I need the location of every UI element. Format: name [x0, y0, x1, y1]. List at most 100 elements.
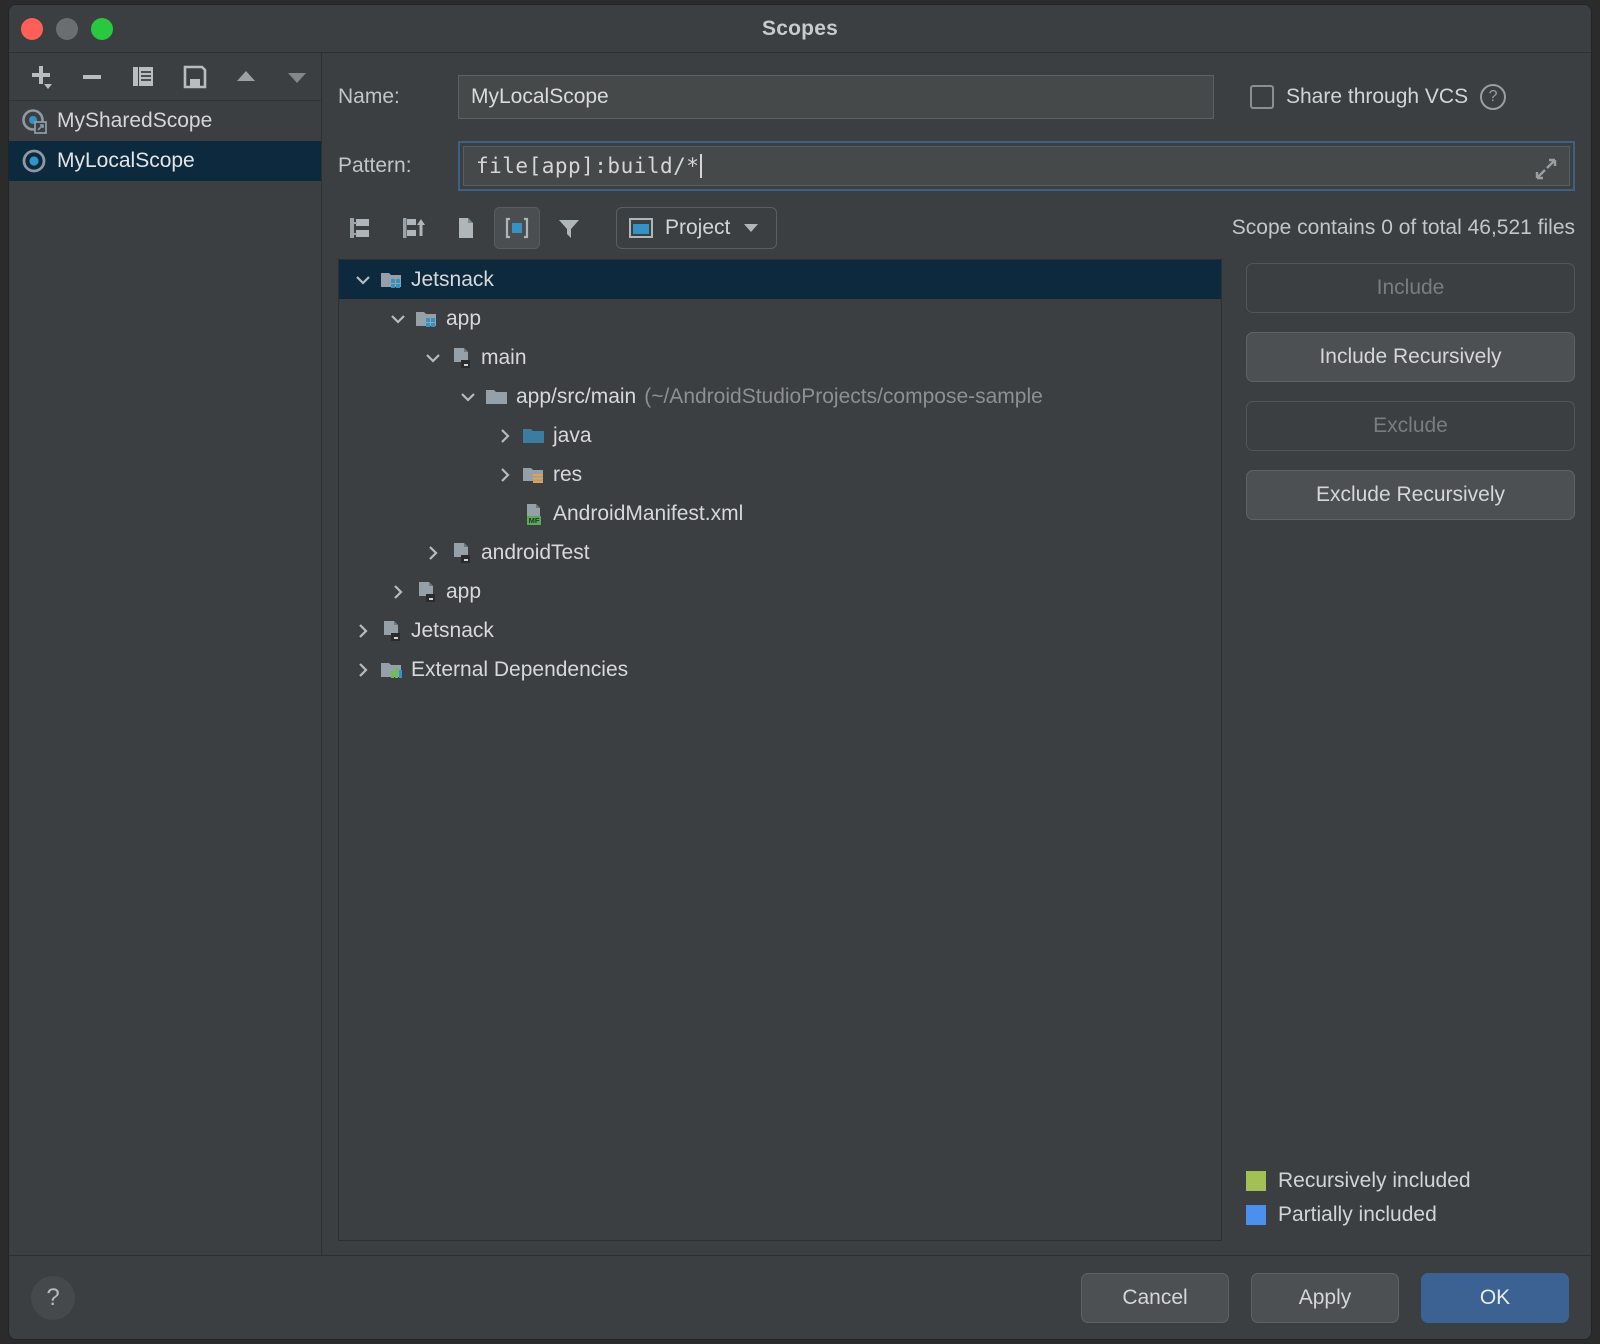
window-titlebar: Scopes: [9, 5, 1591, 53]
scope-contains-status: Scope contains 0 of total 46,521 files: [1232, 216, 1575, 240]
include-recursively-button[interactable]: Include Recursively: [1246, 332, 1575, 382]
tree-row[interactable]: res: [339, 455, 1221, 494]
expand-arrows-icon[interactable]: [1533, 156, 1559, 182]
tree-row[interactable]: app/src/main (~/AndroidStudioProjects/co…: [339, 377, 1221, 416]
name-row: Name: Share through VCS ?: [338, 75, 1575, 119]
scopes-dialog-window: Scopes: [8, 4, 1592, 1340]
scope-name-input[interactable]: [458, 75, 1214, 119]
legend-label: Partially included: [1278, 1203, 1437, 1227]
shared-scope-icon: [19, 106, 49, 136]
legend-item-recursively-included: Recursively included: [1246, 1169, 1575, 1193]
scope-list-item-label: MyLocalScope: [57, 150, 195, 173]
expand-arrow-right-icon[interactable]: [419, 542, 447, 564]
share-vcs-label: Share through VCS: [1286, 85, 1468, 109]
move-up-button[interactable]: [222, 57, 269, 97]
exclude-recursively-button[interactable]: Exclude Recursively: [1246, 470, 1575, 520]
tree-row-label: Jetsnack: [407, 268, 494, 292]
expand-arrow-down-icon[interactable]: [419, 347, 447, 369]
flatten-packages-button[interactable]: [442, 207, 488, 249]
share-vcs-checkbox[interactable]: [1250, 85, 1274, 109]
tree-and-actions: Jetsnack: [338, 259, 1575, 1255]
share-vcs-group: Share through VCS ?: [1250, 84, 1506, 110]
scopes-toolbar: [9, 53, 321, 101]
scopes-list[interactable]: MySharedScope MyLocalScope: [9, 101, 321, 1255]
source-module-icon: [377, 618, 407, 644]
scope-type-picker[interactable]: Project: [616, 207, 777, 249]
expand-arrow-down-icon[interactable]: [349, 269, 377, 291]
add-scope-button[interactable]: [17, 57, 64, 97]
tree-row-label: app: [442, 307, 481, 331]
filter-button[interactable]: [546, 207, 592, 249]
tree-row[interactable]: app: [339, 572, 1221, 611]
expand-all-icon: [346, 213, 376, 243]
help-button[interactable]: ?: [31, 1276, 75, 1320]
scope-action-buttons: Include Include Recursively Exclude Excl…: [1222, 259, 1575, 1241]
source-module-icon: [447, 345, 477, 371]
java-source-folder-icon: [519, 423, 549, 449]
scope-editor-panel: Name: Share through VCS ? Pattern: file[…: [322, 53, 1591, 1255]
scope-type-picker-label: Project: [665, 216, 730, 240]
tree-row[interactable]: main: [339, 338, 1221, 377]
tree-row[interactable]: Jetsnack: [339, 611, 1221, 650]
name-label: Name:: [338, 85, 458, 109]
tree-row-label: External Dependencies: [407, 658, 628, 682]
pattern-row: Pattern: file[app]:build/*: [338, 141, 1575, 191]
collapse-all-button[interactable]: [390, 207, 436, 249]
text-caret: [700, 154, 702, 178]
manifest-file-icon: MF: [519, 501, 549, 527]
pattern-label: Pattern:: [338, 154, 458, 178]
expand-arrow-right-icon[interactable]: [491, 464, 519, 486]
dialog-footer: ? Cancel Apply OK: [9, 1255, 1591, 1339]
scopes-left-panel: MySharedScope MyLocalScope: [9, 53, 322, 1255]
move-down-button[interactable]: [274, 57, 321, 97]
show-included-only-button[interactable]: [494, 207, 540, 249]
expand-arrow-right-icon[interactable]: [384, 581, 412, 603]
tree-row[interactable]: MF AndroidManifest.xml: [339, 494, 1221, 533]
cancel-button[interactable]: Cancel: [1081, 1273, 1229, 1323]
tree-row-label: AndroidManifest.xml: [549, 502, 743, 526]
apply-button[interactable]: Apply: [1251, 1273, 1399, 1323]
tree-row[interactable]: java: [339, 416, 1221, 455]
ok-button[interactable]: OK: [1421, 1273, 1569, 1323]
tree-row-label: res: [549, 463, 582, 487]
tree-row-label: java: [549, 424, 592, 448]
expand-arrow-right-icon[interactable]: [349, 620, 377, 642]
source-module-icon: [412, 579, 442, 605]
tree-row-label: main: [477, 346, 527, 370]
share-vcs-help-icon[interactable]: ?: [1480, 84, 1506, 110]
tree-row[interactable]: Jetsnack: [339, 260, 1221, 299]
remove-scope-button[interactable]: [68, 57, 115, 97]
project-tree[interactable]: Jetsnack: [338, 259, 1222, 1241]
pattern-input[interactable]: file[app]:build/*: [463, 146, 1570, 186]
scope-list-item-local[interactable]: MyLocalScope: [9, 141, 321, 181]
project-view-icon: [627, 214, 655, 242]
expand-arrow-right-icon[interactable]: [491, 425, 519, 447]
local-scope-icon: [19, 146, 49, 176]
copy-scope-button[interactable]: [120, 57, 167, 97]
expand-arrow-down-icon[interactable]: [384, 308, 412, 330]
save-scope-button[interactable]: [171, 57, 218, 97]
external-dependencies-icon: [377, 657, 407, 683]
tree-row[interactable]: app: [339, 299, 1221, 338]
pattern-value: file[app]:build/*: [476, 154, 699, 178]
legend-item-partially-included: Partially included: [1246, 1203, 1575, 1227]
exclude-button[interactable]: Exclude: [1246, 401, 1575, 451]
expand-arrow-down-icon[interactable]: [454, 386, 482, 408]
legend-swatch-blue: [1246, 1205, 1266, 1225]
window-title: Scopes: [9, 17, 1591, 41]
pattern-field-wrapper[interactable]: file[app]:build/*: [458, 141, 1575, 191]
tree-row[interactable]: External Dependencies: [339, 650, 1221, 689]
tree-toolbar: Project Scope contains 0 of total 46,521…: [338, 205, 1575, 251]
scope-list-item-shared[interactable]: MySharedScope: [9, 101, 321, 141]
flatten-packages-icon: [450, 213, 480, 243]
footer-actions: Cancel Apply OK: [1081, 1273, 1569, 1323]
tree-row-path: (~/AndroidStudioProjects/compose-sample: [636, 385, 1043, 409]
tree-row[interactable]: androidTest: [339, 533, 1221, 572]
expand-arrow-right-icon[interactable]: [349, 659, 377, 681]
svg-text:MF: MF: [529, 516, 540, 525]
tree-row-label: Jetsnack: [407, 619, 494, 643]
tree-row-label: androidTest: [477, 541, 590, 565]
collapse-all-icon: [398, 213, 428, 243]
include-button[interactable]: Include: [1246, 263, 1575, 313]
expand-all-button[interactable]: [338, 207, 384, 249]
